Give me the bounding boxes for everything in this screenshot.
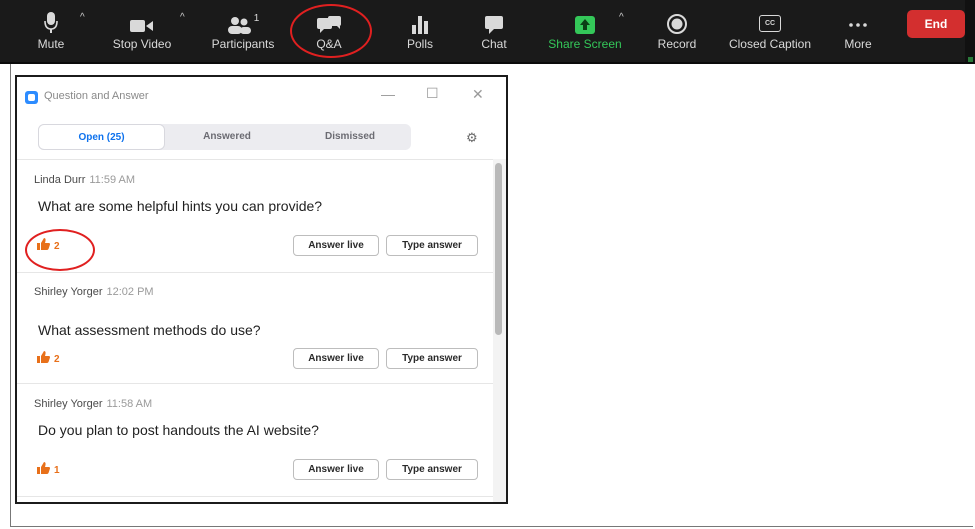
mute-label: Mute: [37, 37, 65, 51]
microphone-icon: [44, 0, 58, 34]
scrollbar-thumb[interactable]: [495, 163, 502, 335]
chat-button[interactable]: Chat: [474, 0, 514, 62]
question-meta: Linda Durr 11:59 AM: [34, 174, 135, 186]
question-item: Shirley Yorger 12:02 PM What assessment m…: [17, 273, 493, 383]
qa-window: Question and Answer — ☐ ✕ Open (25) Answ…: [15, 75, 508, 504]
polls-button[interactable]: Polls: [400, 0, 440, 62]
upvote-count: 2: [54, 354, 60, 365]
qa-highlight-circle: [290, 4, 372, 58]
tab-open[interactable]: Open (25): [38, 124, 165, 150]
tab-answered[interactable]: Answered: [165, 124, 289, 150]
question-text: What assessment methods do use?: [38, 322, 261, 338]
toolbar-right-edge: [965, 0, 975, 62]
participants-label: Participants: [211, 37, 275, 51]
question-author: Shirley Yorger: [34, 398, 103, 410]
more-label: More: [844, 37, 872, 51]
end-meeting-button[interactable]: End: [907, 10, 965, 38]
participants-icon: 1: [227, 0, 260, 34]
tab-dismissed[interactable]: Dismissed: [289, 124, 411, 150]
closed-caption-icon: CC: [759, 0, 781, 34]
audio-options-caret-icon[interactable]: ^: [80, 12, 85, 23]
chat-bubble-icon: [485, 0, 503, 34]
question-time: 11:59 AM: [89, 174, 136, 186]
divider: [17, 496, 493, 497]
video-options-caret-icon[interactable]: ^: [180, 12, 185, 23]
meeting-toolbar: Mute ^ Stop Video ^ 1 Participants Q&A P…: [0, 0, 975, 64]
closed-caption-label: Closed Caption: [728, 37, 812, 51]
answer-live-button[interactable]: Answer live: [293, 459, 379, 480]
participants-count: 1: [253, 13, 260, 24]
zoom-app-icon: [25, 91, 38, 104]
share-options-caret-icon[interactable]: ^: [619, 12, 624, 23]
stop-video-button[interactable]: Stop Video: [110, 0, 174, 62]
question-meta: Shirley Yorger 12:02 PM: [34, 286, 154, 298]
maximize-icon[interactable]: ☐: [426, 85, 439, 102]
video-camera-icon: [130, 0, 154, 34]
type-answer-button[interactable]: Type answer: [386, 235, 478, 256]
question-time: 11:58 AM: [106, 398, 153, 410]
upvote-button[interactable]: 1: [37, 461, 60, 476]
record-label: Record: [657, 37, 697, 51]
record-button[interactable]: Record: [652, 0, 702, 62]
polls-label: Polls: [406, 37, 433, 51]
question-meta: Shirley Yorger 11:58 AM: [34, 398, 152, 410]
record-circle-icon: [667, 0, 687, 34]
share-screen-arrow-icon: [575, 0, 595, 34]
minimize-icon[interactable]: —: [381, 86, 395, 102]
question-author: Linda Durr: [34, 174, 86, 186]
qa-titlebar: Question and Answer — ☐ ✕: [17, 77, 506, 117]
type-answer-button[interactable]: Type answer: [386, 459, 478, 480]
question-text: What are some helpful hints you can prov…: [38, 198, 323, 214]
close-icon[interactable]: ✕: [472, 86, 484, 103]
thumbs-up-icon: [37, 351, 50, 363]
question-text: Do you plan to post handouts the AI webs…: [38, 422, 319, 438]
window-title: Question and Answer: [44, 90, 149, 102]
closed-caption-button[interactable]: CC Closed Caption: [722, 0, 818, 62]
cc-badge: CC: [759, 15, 781, 32]
more-button[interactable]: More: [838, 0, 878, 62]
settings-gear-icon[interactable]: ⚙: [466, 130, 478, 146]
share-screen-label: Share Screen: [548, 37, 622, 51]
share-screen-button[interactable]: Share Screen: [547, 0, 623, 62]
toolbar-edge-indicator: [968, 57, 973, 62]
polls-bar-icon: [412, 0, 428, 34]
answer-live-button[interactable]: Answer live: [293, 235, 379, 256]
question-time: 12:02 PM: [106, 286, 154, 298]
upvote-button[interactable]: 2: [37, 350, 60, 365]
qa-tabs: Open (25) Answered Dismissed: [38, 124, 411, 150]
question-item: Shirley Yorger 11:58 AM Do you plan to po…: [17, 384, 493, 496]
type-answer-button[interactable]: Type answer: [386, 348, 478, 369]
answer-live-button[interactable]: Answer live: [293, 348, 379, 369]
mute-button[interactable]: Mute: [28, 0, 74, 62]
more-dots-icon: [849, 0, 867, 34]
upvote-highlight-circle: [25, 229, 95, 271]
question-author: Shirley Yorger: [34, 286, 103, 298]
participants-button[interactable]: 1 Participants: [207, 0, 279, 62]
upvote-count: 1: [54, 465, 60, 476]
chat-label: Chat: [481, 37, 507, 51]
thumbs-up-icon: [37, 462, 50, 474]
stop-video-label: Stop Video: [112, 37, 172, 51]
